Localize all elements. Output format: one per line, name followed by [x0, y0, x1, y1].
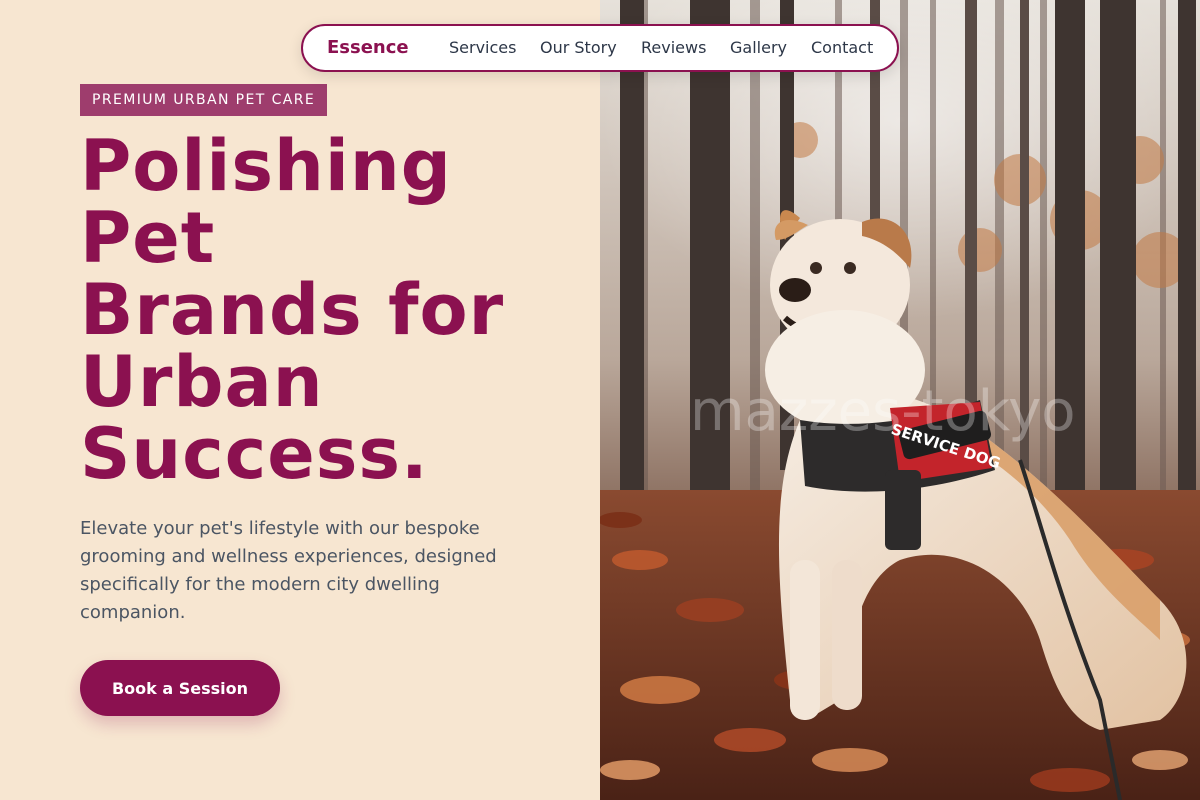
nav-link-services[interactable]: Services — [449, 26, 516, 70]
dog-in-forest-image: SERVICE DOG mazzes-tokyo — [600, 0, 1200, 800]
headline-line: Brands for — [80, 269, 505, 351]
headline-line: Success. — [80, 413, 429, 495]
eyebrow-badge: PREMIUM URBAN PET CARE — [80, 84, 328, 116]
hero-headline: Polishing Pet Brands for Urban Success. — [80, 130, 580, 490]
nav-link-our-story[interactable]: Our Story — [540, 26, 617, 70]
nav-link-contact[interactable]: Contact — [811, 26, 873, 70]
headline-line: Urban — [80, 341, 324, 423]
hero-section: PREMIUM URBAN PET CARE Polishing Pet Bra… — [0, 0, 600, 800]
book-session-button[interactable]: Book a Session — [80, 660, 280, 716]
hero-photo: SERVICE DOG mazzes-tokyo — [600, 0, 1200, 800]
headline-line: Polishing — [80, 125, 452, 207]
nav-link-gallery[interactable]: Gallery — [730, 26, 787, 70]
brand-logo-link[interactable]: Essence — [327, 26, 409, 70]
hero-description: Elevate your pet's lifestyle with our be… — [80, 518, 497, 623]
headline-line: Pet — [80, 197, 216, 279]
nav-link-reviews[interactable]: Reviews — [641, 26, 706, 70]
top-navigation: Essence Services Our Story Reviews Galle… — [301, 24, 899, 72]
photo-watermark: mazzes-tokyo — [690, 379, 1076, 444]
